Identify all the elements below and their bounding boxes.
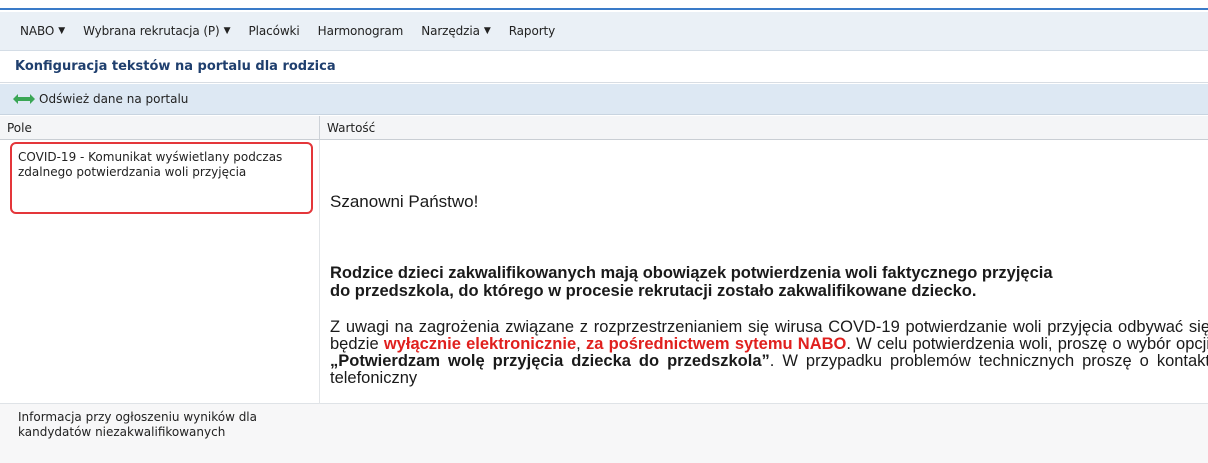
nav-item-label: Raporty	[508, 24, 556, 38]
nav-item-placowki[interactable]: Placówki	[248, 24, 299, 38]
main-navbar: NABO ▼ Wybrana rekrutacja (P) ▼ Placówki H…	[0, 12, 1208, 51]
caret-down-icon: ▼	[223, 26, 231, 36]
toolbar: Odśwież dane na portalu	[0, 84, 1208, 115]
grid-header: Pole Wartość	[0, 116, 1208, 140]
obligation-line-2: do przedszkola, do którego w procesie re…	[330, 282, 1208, 300]
column-header-pole[interactable]: Pole	[0, 116, 320, 140]
nav-item-label: Harmonogram	[317, 24, 404, 38]
instruction-text-2: ,	[576, 335, 586, 353]
nav-item-narzedzia[interactable]: Narzędzia ▼	[421, 24, 491, 38]
instruction-bold-option: „Potwierdzam wolę przyjęcia dziecka do p…	[330, 352, 770, 370]
refresh-portal-button[interactable]: Odśwież dane na portalu	[13, 92, 188, 106]
field-name-text: Informacja przy ogłoszeniu wyników dla k…	[18, 410, 257, 439]
top-accent-line	[0, 0, 1208, 10]
nav-item-label: Narzędzia	[421, 24, 480, 38]
double-arrow-icon	[13, 94, 35, 104]
cell-pole: Informacja przy ogłoszeniu wyników dla k…	[0, 404, 320, 463]
instruction-red-text-1: wyłącznie elektronicznie	[383, 335, 577, 353]
nav-item-raporty[interactable]: Raporty	[508, 24, 556, 38]
page-title-bar: Konfiguracja tekstów na portalu dla rodz…	[0, 51, 1208, 83]
caret-down-icon: ▼	[58, 26, 66, 36]
nav-item-nabo[interactable]: NABO ▼	[20, 24, 65, 38]
instruction-red-text-2: za pośrednictwem sytemu NABO	[585, 335, 847, 353]
caret-down-icon: ▼	[483, 26, 491, 36]
refresh-portal-label: Odśwież dane na portalu	[39, 92, 189, 106]
column-header-wartosc[interactable]: Wartość	[320, 116, 1208, 140]
obligation-line-2-end: , do którego w procesie rekrutacji zosta…	[449, 282, 977, 300]
nav-item-label: Wybrana rekrutacja (P)	[83, 24, 220, 38]
obligation-paragraph: Rodzice dzieci zakwalifikowanych mają ob…	[330, 264, 1208, 300]
page-title: Konfiguracja tekstów na portalu dla rodz…	[15, 59, 336, 74]
obligation-line-2-start: do przedszkola	[330, 282, 450, 300]
cell-wartosc[interactable]: Szanowni Państwo! Rodzice dzieci zakwali…	[320, 140, 1208, 404]
nav-item-wybrana-rekrutacja[interactable]: Wybrana rekrutacja (P) ▼	[83, 24, 230, 38]
instruction-text-3: . W celu potwierdzenia woli, proszę o wy…	[846, 335, 1208, 353]
nav-item-label: NABO	[20, 24, 55, 38]
cell-pole: COVID-19 - Komunikat wyświetlany podczas…	[0, 140, 320, 404]
table-row[interactable]: Informacja przy ogłoszeniu wyników dla k…	[0, 404, 1208, 463]
field-name-text: COVID-19 - Komunikat wyświetlany podczas…	[18, 150, 283, 179]
nav-item-harmonogram[interactable]: Harmonogram	[318, 24, 404, 38]
greeting-text: Szanowni Państwo!	[330, 192, 479, 211]
instruction-paragraph: Z uwagi na zagrożenia związane z rozprze…	[330, 319, 1208, 387]
table-row[interactable]: COVID-19 - Komunikat wyświetlany podczas…	[0, 140, 1208, 404]
nav-item-label: Placówki	[248, 24, 300, 38]
obligation-line-1: Rodzice dzieci zakwalifikowanych mają ob…	[330, 264, 1053, 282]
